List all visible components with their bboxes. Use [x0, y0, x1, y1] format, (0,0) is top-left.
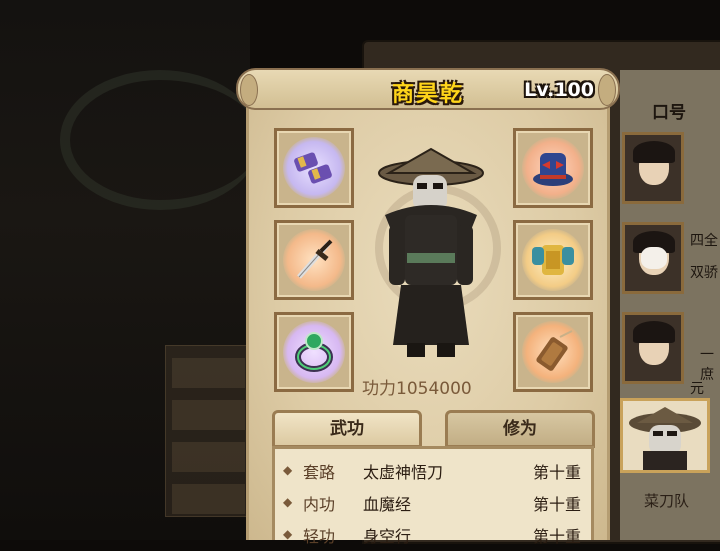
roster-text: 四全 — [690, 233, 718, 249]
team-name-label: 菜刀队 — [644, 492, 690, 510]
roster-tab-slogan[interactable]: 口号 — [652, 98, 686, 123]
hero-sprite — [378, 147, 484, 357]
skill-type: 内功 — [303, 495, 336, 514]
power-value: 1054000 — [396, 379, 472, 399]
skill-row[interactable]: ◆ 套路 太虚神悟刀 第十重 — [283, 457, 581, 487]
skill-type: 轻功 — [303, 527, 336, 546]
skill-list: ◆ 套路 太虚神悟刀 第十重 ◆ 内功 血魔经 第十重 ◆ 轻功 身空行 第十重 — [272, 446, 594, 546]
ring-icon — [295, 332, 333, 372]
skill-rank: 第十重 — [532, 495, 581, 514]
equip-slot-ring[interactable] — [274, 312, 354, 392]
power-label: 功力 — [362, 379, 396, 399]
roster-text: 双骄 — [690, 265, 718, 281]
diamond-bullet-icon: ◆ — [283, 527, 293, 541]
background-ornament — [60, 70, 260, 210]
skill-row[interactable]: ◆ 内功 血魔经 第十重 — [283, 489, 581, 519]
tab-martial-arts[interactable]: 武功 — [272, 410, 422, 448]
equip-slot-token[interactable] — [513, 312, 593, 392]
skill-type: 套路 — [303, 463, 336, 482]
armor-icon — [532, 245, 574, 275]
skill-name: 身空行 — [363, 527, 412, 546]
token-icon — [536, 330, 573, 371]
diamond-bullet-icon: ◆ — [283, 463, 293, 477]
skill-rank: 第十重 — [532, 463, 581, 482]
equip-slot-armor[interactable] — [513, 220, 593, 300]
hero-level: Lv.100 — [524, 79, 594, 101]
hero-figure[interactable] — [365, 145, 501, 365]
background-menu-ghost — [165, 345, 252, 517]
skill-row[interactable]: ◆ 轻功 身空行 第十重 — [283, 521, 581, 551]
equip-slot-bracers[interactable] — [274, 128, 354, 208]
helmet-icon — [533, 153, 573, 186]
roster-portrait[interactable] — [622, 132, 684, 204]
hero-power: 功力1054000 — [362, 374, 472, 399]
hero-scroll-header: 商昊乾 Lv.100 — [236, 68, 620, 110]
bracers-icon — [294, 152, 332, 184]
roster-portrait[interactable] — [622, 222, 684, 294]
equip-slot-weapon[interactable] — [274, 220, 354, 300]
skill-rank: 第十重 — [532, 527, 581, 546]
roster-portrait-selected[interactable] — [620, 398, 710, 473]
equip-slot-helmet[interactable] — [513, 128, 593, 208]
roster-text: 元 — [690, 381, 704, 397]
tab-cultivation[interactable]: 修为 — [445, 410, 595, 448]
skill-name: 血魔经 — [363, 495, 412, 514]
roster-portrait[interactable] — [622, 312, 684, 384]
skill-name: 太虚神悟刀 — [363, 463, 444, 482]
diamond-bullet-icon: ◆ — [283, 495, 293, 509]
sword-icon — [297, 239, 333, 279]
